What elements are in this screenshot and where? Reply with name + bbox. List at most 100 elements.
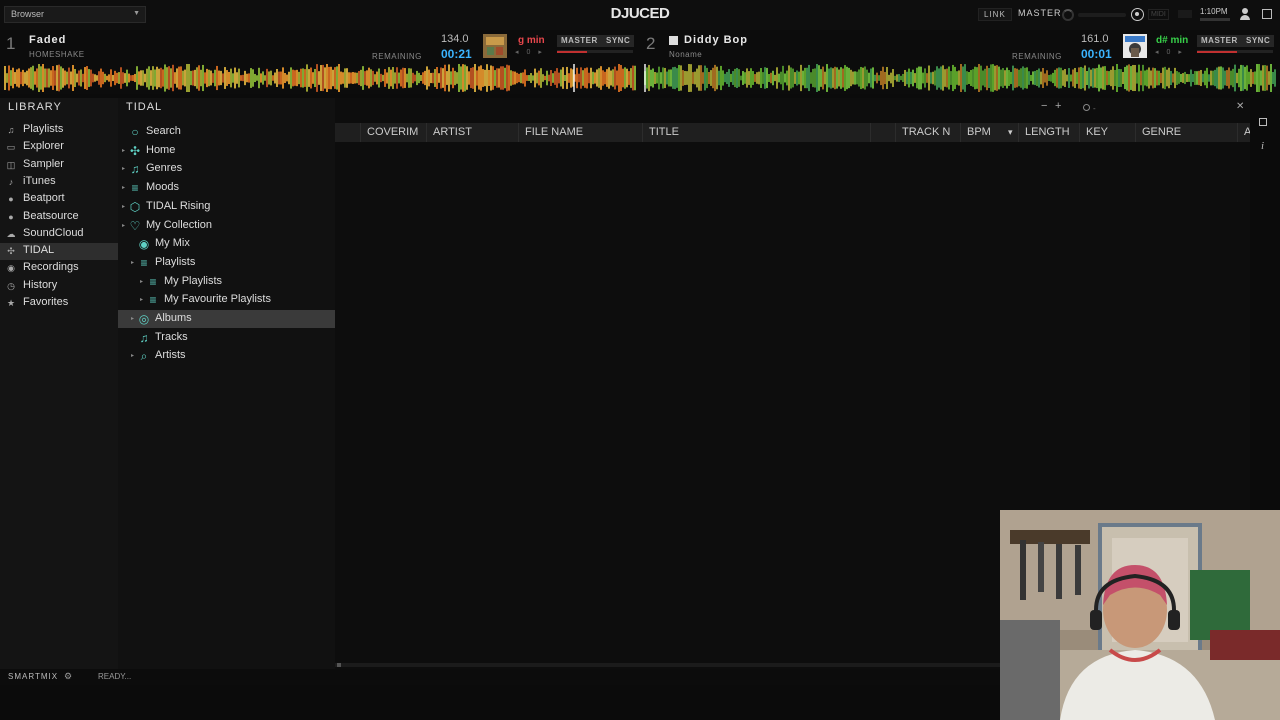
tree-item-playlists[interactable]: ▸ ≡ Playlists <box>118 254 335 272</box>
expand-arrow-icon[interactable]: ▸ <box>131 352 134 359</box>
library-item-label: SoundCloud <box>23 226 84 239</box>
tree-item-home[interactable]: ▸ ✣ Home <box>118 142 335 160</box>
column-header[interactable]: A <box>1237 123 1250 142</box>
deck-bpm: 161.0 <box>1081 33 1109 45</box>
zoom-out-button[interactable]: − <box>1041 100 1047 112</box>
expand-arrow-icon[interactable]: ▸ <box>131 259 134 266</box>
column-header[interactable]: GENRE <box>1135 123 1237 142</box>
midi-indicator[interactable]: MIDI <box>1148 9 1169 20</box>
library-item-recordings[interactable]: ◉ Recordings <box>0 260 118 277</box>
master-label: MASTER <box>1018 8 1062 18</box>
expand-arrow-icon[interactable]: ▸ <box>131 315 134 322</box>
library-item-sampler[interactable]: ◫ Sampler <box>0 157 118 174</box>
deck-waveform[interactable] <box>644 64 1276 92</box>
view-select[interactable]: Browser ▼ <box>4 6 146 23</box>
tree-item-my-collection[interactable]: ▸ ♡ My Collection <box>118 217 335 235</box>
tree-item-label: Search <box>146 125 181 137</box>
library-item-label: Recordings <box>23 261 79 274</box>
user-icon[interactable] <box>1240 8 1250 21</box>
webcam-image <box>1000 510 1280 720</box>
master-slider[interactable] <box>1078 13 1126 17</box>
tree-item-artists[interactable]: ▸ ⌕ Artists <box>118 347 335 365</box>
sync-button[interactable]: SYNC <box>602 35 635 47</box>
tree-item-genres[interactable]: ▸ ♫ Genres <box>118 160 335 178</box>
tree-item-label: My Favourite Playlists <box>164 293 271 306</box>
library-item-beatsource[interactable]: ● Beatsource <box>0 209 118 226</box>
deck-track-artist: Noname <box>669 50 703 59</box>
info-icon[interactable]: i <box>1261 140 1264 152</box>
history-icon: ◷ <box>7 280 15 291</box>
pitch-arrows[interactable]: ◂ 0 ▸ <box>515 48 545 56</box>
heart-icon: ♡ <box>129 218 141 233</box>
gear-icon[interactable]: ⚙ <box>64 671 72 682</box>
window-icon[interactable] <box>1262 9 1272 19</box>
library-panel: LIBRARY ♫ Playlists ▭ Explorer ◫ Sampler ♪ iTun… <box>0 98 118 669</box>
master-button[interactable]: MASTER <box>557 35 602 47</box>
column-header[interactable] <box>870 123 895 142</box>
link-button[interactable]: LINK <box>978 8 1012 21</box>
library-item-itunes[interactable]: ♪ iTunes <box>0 174 118 191</box>
tree-item-my-favourite-playlists[interactable]: ▸ ≡ My Favourite Playlists <box>118 291 335 309</box>
status-text: READY... <box>98 672 132 681</box>
expand-arrow-icon[interactable]: ▸ <box>140 296 143 303</box>
tidal-icon: ✣ <box>7 246 15 257</box>
playlist-icon: ♫ <box>7 125 15 135</box>
tree-item-moods[interactable]: ▸ ≡ Moods <box>118 179 335 197</box>
tree-item-label: Home <box>146 143 176 156</box>
library-item-history[interactable]: ◷ History <box>0 278 118 295</box>
library-item-soundcloud[interactable]: ☁ SoundCloud <box>0 226 118 243</box>
column-header[interactable]: FILE NAME <box>518 123 642 142</box>
library-item-label: TIDAL <box>23 244 55 257</box>
library-item-beatport[interactable]: ● Beatport <box>0 191 118 208</box>
tree-item-my-mix[interactable]: ◉ My Mix <box>118 235 335 253</box>
column-header[interactable]: ARTIST <box>426 123 518 142</box>
search-input[interactable] <box>1081 101 1239 115</box>
expand-arrow-icon[interactable]: ▸ <box>122 147 125 154</box>
smartmix-label[interactable]: SMARTMIX <box>8 672 58 681</box>
record-icon: ◉ <box>7 263 15 274</box>
column-header[interactable]: COVERIM <box>360 123 426 142</box>
tree-item-search[interactable]: ○ Search <box>118 123 335 141</box>
itunes-icon: ♪ <box>8 176 14 187</box>
panel-icon[interactable] <box>1259 118 1267 126</box>
sort-icon[interactable]: ▾ <box>1008 123 1013 142</box>
column-header[interactable]: TRACK N <box>895 123 960 142</box>
column-header[interactable]: LENGTH <box>1018 123 1079 142</box>
pitch-arrows[interactable]: ◂ 0 ▸ <box>1155 48 1185 56</box>
tree-item-tidal-rising[interactable]: ▸ ⬡ TIDAL Rising <box>118 198 335 216</box>
library-item-label: iTunes <box>23 174 56 187</box>
deck-track-title: Faded <box>29 34 67 46</box>
expand-arrow-icon[interactable]: ▸ <box>122 222 125 229</box>
chevron-down-icon: ▼ <box>133 10 140 17</box>
column-header[interactable]: KEY <box>1079 123 1135 142</box>
scrollbar-thumb[interactable] <box>337 663 341 667</box>
library-item-explorer[interactable]: ▭ Explorer <box>0 139 118 156</box>
library-item-tidal[interactable]: ✣ TIDAL <box>0 243 118 261</box>
tree-item-tracks[interactable]: ♫ Tracks <box>118 329 335 347</box>
library-item-label: Playlists <box>23 123 64 135</box>
deck-level-fill <box>1197 51 1237 53</box>
deck-2: 2 Diddy Bop Noname REMAINING 161.0 00:01… <box>640 30 1280 94</box>
library-item-playlists[interactable]: ♫ Playlists <box>0 122 118 139</box>
deck-number: 1 <box>6 34 16 53</box>
deck-waveform[interactable] <box>4 64 636 92</box>
zoom-in-button[interactable]: + <box>1055 100 1061 112</box>
tree-item-my-playlists[interactable]: ▸ ≡ My Playlists <box>118 273 335 291</box>
master-volume-knob[interactable] <box>1062 9 1074 21</box>
expand-arrow-icon[interactable]: ▸ <box>122 165 125 172</box>
deck-cover-art <box>1123 34 1147 58</box>
headphone-icon[interactable] <box>1131 8 1144 21</box>
close-icon[interactable]: ✕ <box>1236 101 1244 112</box>
expand-arrow-icon[interactable]: ▸ <box>140 278 143 285</box>
expand-arrow-icon[interactable]: ▸ <box>122 203 125 210</box>
master-button[interactable]: MASTER <box>1197 35 1242 47</box>
tree-item-label: Moods <box>146 181 180 194</box>
sync-button[interactable]: SYNC <box>1242 35 1275 47</box>
column-header[interactable]: TITLE <box>642 123 870 142</box>
tree-item-albums[interactable]: ▸ ◎ Albums <box>118 310 335 328</box>
expand-arrow-icon[interactable]: ▸ <box>122 184 125 191</box>
playlist-icon: ≡ <box>149 293 157 308</box>
radio-icon: ◉ <box>138 237 150 252</box>
library-item-favorites[interactable]: ★ Favorites <box>0 295 118 312</box>
star-icon: ★ <box>6 298 16 308</box>
